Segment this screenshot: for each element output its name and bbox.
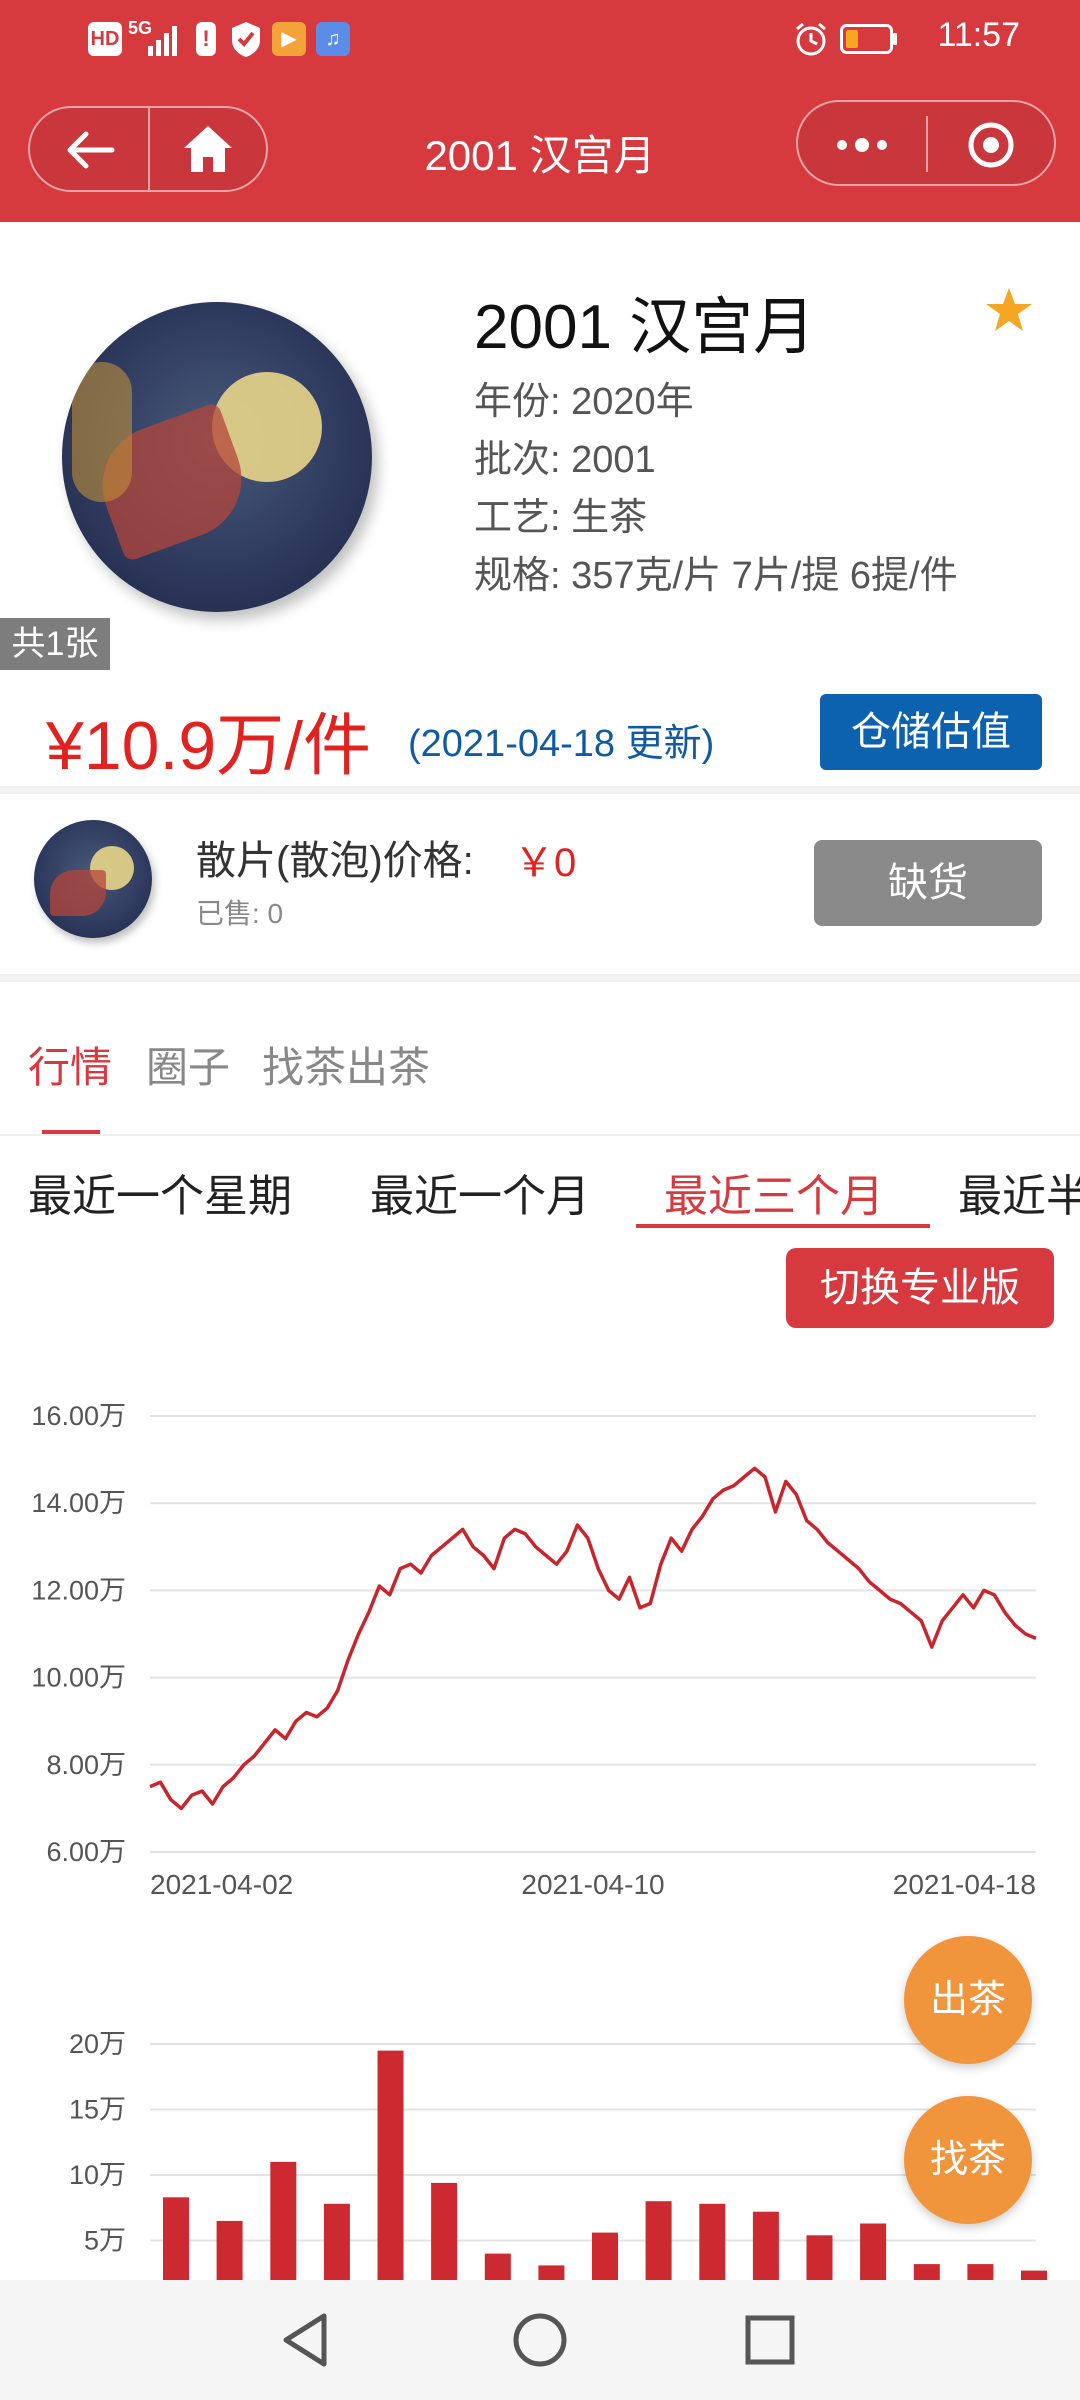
signal-icon: [148, 26, 177, 56]
price-series-line: [149, 1466, 1037, 1811]
image-count-badge: 共1张: [0, 618, 110, 670]
y-tick-label: 6.00万: [46, 1837, 126, 1867]
volume-bar: [163, 2197, 189, 2280]
product-craft: 工艺: 生茶: [474, 497, 648, 539]
y-tick-label: 8.00万: [46, 1750, 126, 1780]
bulk-price-label: 散片(散泡)价格:: [196, 839, 474, 883]
volume-bar: [484, 2253, 511, 2280]
product-year: 年份: 2020年: [474, 381, 694, 423]
volume-bar: [1021, 2270, 1047, 2280]
status-bar: HD 5G ! ▶ ♫ 11:57: [0, 0, 1080, 78]
product-image[interactable]: [62, 302, 372, 612]
y-tick-label: 10万: [69, 2160, 126, 2190]
ribbon-graphic: [72, 362, 132, 502]
period-week[interactable]: 最近一个星期: [28, 1160, 292, 1224]
x-tick-label: 2021-04-10: [521, 1869, 664, 1900]
out-of-stock-button[interactable]: 缺货: [814, 840, 1042, 926]
section-divider: [0, 974, 1080, 982]
more-dots-icon[interactable]: [832, 130, 892, 160]
y-tick-label: 20万: [69, 2029, 126, 2059]
tab-find-tea[interactable]: 找茶出茶: [262, 1034, 430, 1095]
product-title: 2001 汉宫月: [474, 293, 816, 362]
volume-bar: [913, 2264, 940, 2280]
bulk-thumbnail[interactable]: [34, 820, 152, 938]
nav-capsule-right: [796, 100, 1056, 186]
alert-icon: !: [196, 22, 216, 56]
period-half-year[interactable]: 最近半: [958, 1160, 1080, 1224]
favorite-star-icon[interactable]: [984, 286, 1034, 334]
price-updated: (2021-04-18 更新): [408, 723, 715, 765]
volume-bar: [752, 2211, 779, 2280]
find-tea-fab[interactable]: 找茶: [904, 2096, 1032, 2224]
tab-circle[interactable]: 圈子: [146, 1034, 230, 1095]
music-app-icon: ♫: [316, 22, 350, 56]
clock: 11:57: [937, 16, 1020, 54]
app-header: HD 5G ! ▶ ♫ 11:57 2001 汉宫月: [0, 0, 1080, 222]
product-batch: 批次: 2001: [474, 439, 656, 481]
tabs-divider: [0, 1134, 1080, 1136]
volume-bar: [323, 2203, 350, 2280]
sell-tea-fab[interactable]: 出茶: [904, 1936, 1032, 2064]
video-app-icon: ▶: [272, 22, 306, 56]
price-line-chart: 16.00万 14.00万 12.00万 10.00万 8.00万 6.00万 2021-0…: [31, 1401, 1037, 1900]
capsule-divider: [926, 116, 928, 172]
period-active-indicator: [636, 1224, 930, 1228]
volume-bar: [377, 2050, 404, 2280]
battery-icon: [840, 24, 897, 54]
y-tick-label: 15万: [69, 2095, 126, 2125]
figure-graphic: [50, 870, 106, 916]
volume-bar: [806, 2235, 833, 2280]
system-nav-bar: [0, 2280, 1080, 2400]
volume-bar: [270, 2161, 297, 2280]
period-three-months[interactable]: 最近三个月: [664, 1160, 884, 1224]
y-tick-label: 16.00万: [31, 1401, 126, 1431]
volume-bar: [431, 2182, 458, 2280]
valuation-button[interactable]: 仓储估值: [820, 694, 1042, 770]
volume-bar: [699, 2203, 726, 2280]
switch-pro-button[interactable]: 切换专业版: [786, 1248, 1054, 1328]
volume-bar: [967, 2264, 994, 2280]
volume-bar: [645, 2201, 672, 2280]
bulk-sold-count: 已售: 0: [196, 898, 284, 929]
shield-icon: [232, 22, 260, 57]
volume-bar: [216, 2220, 243, 2280]
x-tick-label: 2021-04-18: [893, 1869, 1036, 1900]
nav-home-icon[interactable]: [512, 2312, 568, 2368]
section-divider: [0, 786, 1080, 794]
y-tick-label: 10.00万: [31, 1663, 126, 1693]
x-tick-label: 2021-04-02: [150, 1869, 293, 1900]
product-price: ¥10.9万/件: [46, 708, 372, 784]
hd-icon: HD: [88, 22, 122, 56]
tab-market[interactable]: 行情: [28, 1034, 112, 1095]
volume-bar: [538, 2265, 565, 2280]
product-spec: 规格: 357克/片 7片/提 6提/件: [474, 555, 958, 597]
volume-bar: [592, 2232, 618, 2280]
y-tick-label: 5万: [84, 2226, 126, 2256]
nav-recents-icon[interactable]: [744, 2314, 796, 2366]
nav-back-icon[interactable]: [280, 2312, 330, 2368]
volume-bar: [860, 2223, 887, 2280]
y-tick-label: 12.00万: [31, 1575, 126, 1605]
close-target-icon[interactable]: [966, 120, 1016, 170]
alarm-icon: [796, 22, 826, 56]
bulk-price-value: ￥0: [514, 841, 577, 885]
period-month[interactable]: 最近一个月: [370, 1160, 590, 1224]
y-tick-label: 14.00万: [31, 1488, 126, 1518]
